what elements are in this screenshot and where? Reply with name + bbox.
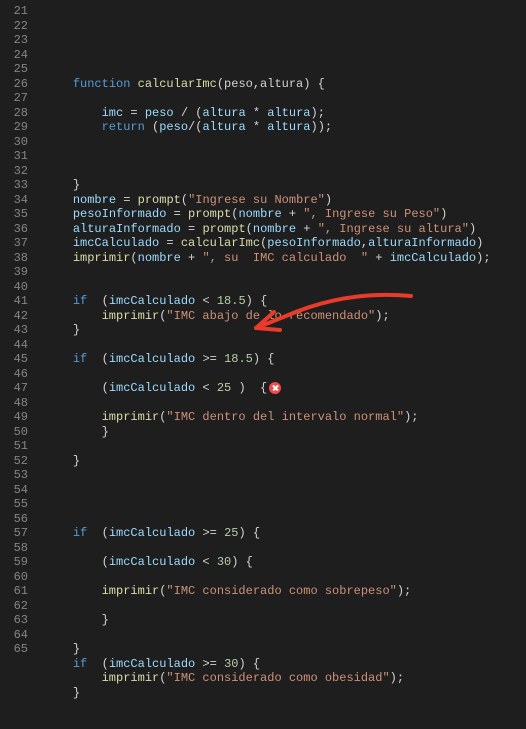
- code-line[interactable]: [44, 367, 526, 382]
- code-line[interactable]: function calcularImc(peso,altura) {: [44, 77, 526, 92]
- line-number: 60: [0, 570, 28, 585]
- code-line[interactable]: [44, 700, 526, 715]
- line-number: 31: [0, 149, 28, 164]
- code-line[interactable]: }: [44, 613, 526, 628]
- line-number: 59: [0, 555, 28, 570]
- code-line[interactable]: (imcCalculado < 25 ) {: [44, 381, 526, 396]
- code-line[interactable]: (imcCalculado < 30) {: [44, 555, 526, 570]
- line-number: 22: [0, 19, 28, 34]
- line-number: 54: [0, 483, 28, 498]
- line-number: 38: [0, 251, 28, 266]
- code-line[interactable]: [44, 265, 526, 280]
- code-line[interactable]: [44, 91, 526, 106]
- line-number: 41: [0, 294, 28, 309]
- line-number: 26: [0, 77, 28, 92]
- code-line[interactable]: imcCalculado = calcularImc(pesoInformado…: [44, 236, 526, 251]
- line-number: 32: [0, 164, 28, 179]
- code-line[interactable]: [44, 338, 526, 353]
- line-number: 24: [0, 48, 28, 63]
- line-number: 52: [0, 454, 28, 469]
- code-editor[interactable]: 2122232425262728293031323334353637383940…: [0, 0, 526, 657]
- code-line[interactable]: imprimir("IMC dentro del intervalo norma…: [44, 410, 526, 425]
- code-line[interactable]: }: [44, 642, 526, 657]
- line-number: 49: [0, 410, 28, 425]
- code-line[interactable]: imprimir("IMC considerado como obesidad"…: [44, 671, 526, 686]
- code-line[interactable]: [44, 497, 526, 512]
- line-number: 46: [0, 367, 28, 382]
- code-line[interactable]: [44, 628, 526, 643]
- line-number: 42: [0, 309, 28, 324]
- line-number: 39: [0, 265, 28, 280]
- code-line[interactable]: [44, 512, 526, 527]
- code-line[interactable]: [44, 280, 526, 295]
- line-number: 33: [0, 178, 28, 193]
- code-line[interactable]: }: [44, 323, 526, 338]
- line-number: 27: [0, 91, 28, 106]
- code-line[interactable]: [44, 599, 526, 614]
- line-number: 23: [0, 33, 28, 48]
- code-line[interactable]: imprimir(nombre + ", su IMC calculado " …: [44, 251, 526, 266]
- code-line[interactable]: if (imcCalculado >= 25) {: [44, 526, 526, 541]
- code-line[interactable]: [44, 483, 526, 498]
- code-line[interactable]: if (imcCalculado >= 30) {: [44, 657, 526, 672]
- code-line[interactable]: nombre = prompt("Ingrese su Nombre"): [44, 193, 526, 208]
- line-number: 45: [0, 352, 28, 367]
- code-line[interactable]: if (imcCalculado < 18.5) {: [44, 294, 526, 309]
- line-number: 25: [0, 62, 28, 77]
- code-line[interactable]: [44, 439, 526, 454]
- line-number: 29: [0, 120, 28, 135]
- line-number: 62: [0, 599, 28, 614]
- line-number: 48: [0, 396, 28, 411]
- line-number: 63: [0, 613, 28, 628]
- code-line[interactable]: [44, 164, 526, 179]
- error-icon[interactable]: [269, 382, 281, 394]
- line-number: 35: [0, 207, 28, 222]
- line-number: 43: [0, 323, 28, 338]
- code-line[interactable]: if (imcCalculado >= 18.5) {: [44, 352, 526, 367]
- code-line[interactable]: imc = peso / (altura * altura);: [44, 106, 526, 121]
- code-line[interactable]: }: [44, 178, 526, 193]
- line-number: 40: [0, 280, 28, 295]
- line-number: 57: [0, 526, 28, 541]
- line-number: 21: [0, 4, 28, 19]
- line-number: 53: [0, 468, 28, 483]
- code-line[interactable]: [44, 541, 526, 556]
- line-number: 56: [0, 512, 28, 527]
- line-number: 58: [0, 541, 28, 556]
- code-line[interactable]: alturaInformado = prompt(nombre + ", Ing…: [44, 222, 526, 237]
- line-number: 64: [0, 628, 28, 643]
- code-line[interactable]: imprimir("IMC abajo de lo recomendado");: [44, 309, 526, 324]
- code-line[interactable]: }: [44, 686, 526, 701]
- code-line[interactable]: }: [44, 454, 526, 469]
- code-line[interactable]: [44, 468, 526, 483]
- line-number: 65: [0, 642, 28, 657]
- code-line[interactable]: }: [44, 425, 526, 440]
- code-line[interactable]: [44, 715, 526, 729]
- line-number: 51: [0, 439, 28, 454]
- line-number-gutter: 2122232425262728293031323334353637383940…: [0, 0, 36, 657]
- line-number: 28: [0, 106, 28, 121]
- line-number: 30: [0, 135, 28, 150]
- code-line[interactable]: pesoInformado = prompt(nombre + ", Ingre…: [44, 207, 526, 222]
- code-line[interactable]: [44, 570, 526, 585]
- code-line[interactable]: return (peso/(altura * altura));: [44, 120, 526, 135]
- line-number: 50: [0, 425, 28, 440]
- code-line[interactable]: [44, 135, 526, 150]
- code-area[interactable]: function calcularImc(peso,altura) { imc …: [36, 0, 526, 657]
- code-line[interactable]: imprimir("IMC considerado como sobrepeso…: [44, 584, 526, 599]
- line-number: 61: [0, 584, 28, 599]
- line-number: 47: [0, 381, 28, 396]
- line-number: 36: [0, 222, 28, 237]
- line-number: 55: [0, 497, 28, 512]
- code-line[interactable]: [44, 149, 526, 164]
- line-number: 44: [0, 338, 28, 353]
- code-line[interactable]: [44, 396, 526, 411]
- line-number: 34: [0, 193, 28, 208]
- line-number: 37: [0, 236, 28, 251]
